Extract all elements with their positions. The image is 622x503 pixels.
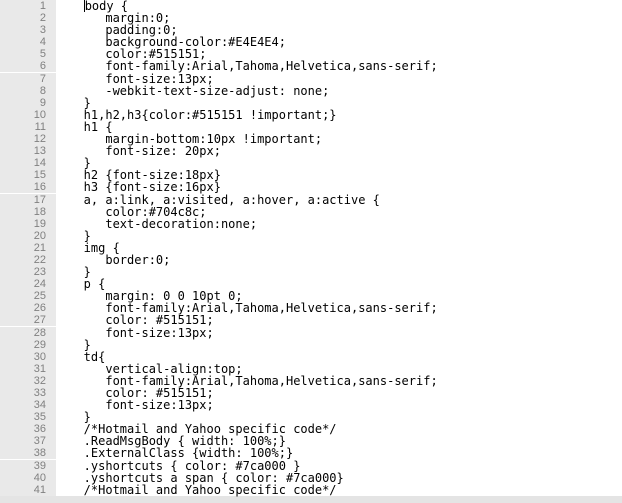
line-number: 38 xyxy=(0,447,56,459)
code-line[interactable]: 22 border:0; xyxy=(0,254,622,266)
code-text[interactable]: color:#704c8c; xyxy=(56,206,622,218)
line-number: 5 xyxy=(0,48,56,60)
line-number: 28 xyxy=(0,327,56,339)
code-text[interactable]: font-family:Arial,Tahoma,Helvetica,sans-… xyxy=(56,60,622,72)
code-line[interactable]: 8 -webkit-text-size-adjust: none; xyxy=(0,85,622,97)
line-number: 22 xyxy=(0,254,56,266)
line-number: 40 xyxy=(0,472,56,484)
code-line[interactable]: 39 .yshortcuts { color: #7ca000 } xyxy=(0,460,622,472)
line-number: 15 xyxy=(0,169,56,181)
code-line[interactable]: 19 text-decoration:none; xyxy=(0,218,622,230)
code-text[interactable]: } xyxy=(56,230,622,242)
line-number: 29 xyxy=(0,339,56,351)
line-number: 24 xyxy=(0,278,56,290)
code-line[interactable]: 6 font-family:Arial,Tahoma,Helvetica,san… xyxy=(0,60,622,72)
code-line[interactable]: 41 /*Hotmail and Yahoo specific code*/ xyxy=(0,484,622,496)
code-line[interactable]: 40 .yshortcuts a span { color: #7ca000} xyxy=(0,472,622,484)
line-number: 41 xyxy=(0,484,56,496)
code-text[interactable]: font-size:13px; xyxy=(56,73,622,85)
code-text[interactable]: a, a:link, a:visited, a:hover, a:active … xyxy=(56,194,622,206)
code-editor: 1 body {2 margin:0;3 padding:0;4 backgro… xyxy=(0,0,622,496)
code-text[interactable]: } xyxy=(56,339,622,351)
line-number: 17 xyxy=(0,194,56,206)
line-number: 9 xyxy=(0,97,56,109)
code-text[interactable]: font-size:13px; xyxy=(56,327,622,339)
code-line[interactable]: 17 a, a:link, a:visited, a:hover, a:acti… xyxy=(0,194,622,206)
code-line[interactable]: 7 font-size:13px; xyxy=(0,73,622,85)
line-number: 14 xyxy=(0,157,56,169)
code-line[interactable]: 34 font-size:13px; xyxy=(0,399,622,411)
code-line[interactable]: 38 .ExternalClass {width: 100%;} xyxy=(0,447,622,459)
line-number: 8 xyxy=(0,85,56,97)
line-number: 33 xyxy=(0,387,56,399)
line-number: 1 xyxy=(0,0,56,12)
line-number: 36 xyxy=(0,423,56,435)
line-number: 7 xyxy=(0,73,56,85)
line-number: 16 xyxy=(0,181,56,193)
code-text[interactable]: vertical-align:top; xyxy=(56,363,622,375)
code-line[interactable]: 18 color:#704c8c; xyxy=(0,206,622,218)
line-number: 18 xyxy=(0,206,56,218)
code-text[interactable]: text-decoration:none; xyxy=(56,218,622,230)
code-text[interactable]: .yshortcuts { color: #7ca000 } xyxy=(56,460,622,472)
code-line[interactable]: 29 } xyxy=(0,339,622,351)
line-number: 21 xyxy=(0,242,56,254)
code-line[interactable]: 16 h3 {font-size:16px} xyxy=(0,181,622,193)
code-text[interactable]: } xyxy=(56,97,622,109)
line-number: 26 xyxy=(0,302,56,314)
line-number: 19 xyxy=(0,218,56,230)
line-number: 32 xyxy=(0,375,56,387)
code-text[interactable]: /*Hotmail and Yahoo specific code*/ xyxy=(56,484,622,496)
code-line[interactable]: 13 font-size: 20px; xyxy=(0,145,622,157)
line-number: 35 xyxy=(0,411,56,423)
code-text[interactable]: border:0; xyxy=(56,254,622,266)
line-number: 20 xyxy=(0,230,56,242)
line-number: 2 xyxy=(0,12,56,24)
code-text[interactable]: font-size: 20px; xyxy=(56,145,622,157)
line-number: 31 xyxy=(0,363,56,375)
line-number: 4 xyxy=(0,36,56,48)
line-number: 10 xyxy=(0,109,56,121)
line-number: 27 xyxy=(0,314,56,326)
code-line[interactable]: 30 td{ xyxy=(0,351,622,363)
line-number: 30 xyxy=(0,351,56,363)
code-text[interactable]: font-size:13px; xyxy=(56,399,622,411)
code-text[interactable]: .yshortcuts a span { color: #7ca000} xyxy=(56,472,622,484)
code-text[interactable]: h1,h2,h3{color:#515151 !important;} xyxy=(56,109,622,121)
code-text[interactable]: .ExternalClass {width: 100%;} xyxy=(56,447,622,459)
line-number: 13 xyxy=(0,145,56,157)
code-line[interactable]: 27 color: #515151; xyxy=(0,314,622,326)
line-number: 6 xyxy=(0,60,56,72)
line-number: 37 xyxy=(0,435,56,447)
line-number: 34 xyxy=(0,399,56,411)
line-number: 23 xyxy=(0,266,56,278)
line-number: 25 xyxy=(0,290,56,302)
line-number: 39 xyxy=(0,460,56,472)
line-number: 3 xyxy=(0,24,56,36)
code-line[interactable]: 28 font-size:13px; xyxy=(0,327,622,339)
code-text[interactable]: -webkit-text-size-adjust: none; xyxy=(56,85,622,97)
line-number: 12 xyxy=(0,133,56,145)
code-text[interactable]: h3 {font-size:16px} xyxy=(56,181,622,193)
code-text[interactable]: td{ xyxy=(56,351,622,363)
code-text[interactable]: color: #515151; xyxy=(56,314,622,326)
line-number: 11 xyxy=(0,121,56,133)
code-text[interactable]: } xyxy=(56,266,622,278)
